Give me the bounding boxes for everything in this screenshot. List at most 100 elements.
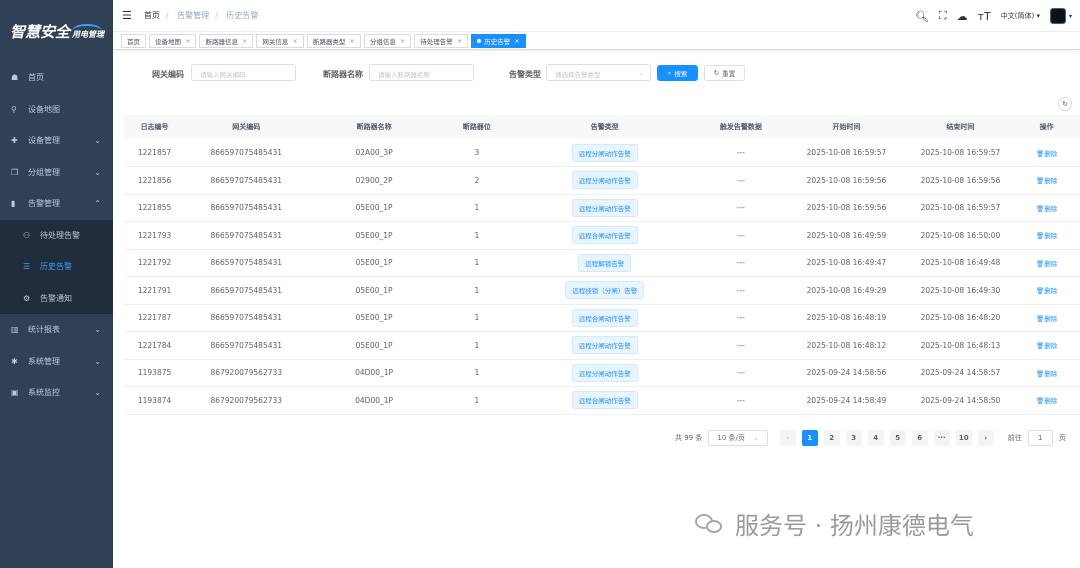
sidebar-item[interactable]: ▮ 告警管理 ⌃ bbox=[0, 188, 113, 220]
chevron-icon: ⌄ bbox=[94, 136, 101, 146]
theme-icon[interactable]: ☁ bbox=[957, 10, 968, 23]
gear-icon: ✱ bbox=[11, 356, 18, 366]
page-button[interactable]: 2 bbox=[823, 430, 840, 446]
search-form: 网关编码 请输入网关编码 断路器名称 请输入断路器名称 告警类型 请选择告警类型… bbox=[113, 64, 1080, 82]
refresh-table-button[interactable]: ↻ bbox=[1058, 97, 1072, 111]
goto-page-input[interactable]: 1 bbox=[1027, 430, 1053, 446]
table-row: 1221792 866597075485431 05E00_1P 1 远程解锁告警 ---… bbox=[124, 249, 1080, 277]
sidebar-item[interactable]: ✚ 设备管理 ⌄ bbox=[0, 125, 113, 157]
delete-button[interactable]: 🗑︎删除 bbox=[1036, 232, 1057, 240]
cell: 2025-10-08 16:59:56 bbox=[785, 194, 908, 222]
reset-button[interactable]: ↻ 重置 bbox=[704, 65, 745, 81]
alarm-type-select[interactable]: 请选择告警类型 ⌄ bbox=[546, 64, 651, 81]
tag-item[interactable]: 分组信息 × bbox=[363, 33, 412, 48]
delete-button[interactable]: 🗑︎删除 bbox=[1036, 287, 1057, 295]
sidebar-item[interactable]: ▥ 统计报表 ⌄ bbox=[0, 314, 113, 346]
search-button[interactable]: ⌕ 搜索 bbox=[657, 65, 698, 81]
sidebar-subitem[interactable]: ☰ 历史告警 bbox=[0, 251, 113, 283]
font-size-icon[interactable]: ᴛT bbox=[978, 10, 991, 23]
hamburger-icon[interactable]: ☰ bbox=[122, 9, 132, 22]
delete-button[interactable]: 🗑︎删除 bbox=[1036, 177, 1057, 185]
tag-item[interactable]: 待处理告警 × bbox=[414, 33, 469, 48]
delete-button[interactable]: 🗑︎删除 bbox=[1036, 342, 1057, 350]
page-button[interactable]: 10 bbox=[955, 430, 972, 446]
trash-icon: 🗑︎ bbox=[1035, 149, 1045, 158]
delete-button[interactable]: 🗑︎删除 bbox=[1036, 370, 1057, 378]
pagination: 共 99 条 10 条/页 ⌄ ‹ 1 2 3 4 5 6 ··· 10 › 前往 1 页 bbox=[675, 430, 1066, 446]
logo: 智慧安全 用电管理 bbox=[10, 22, 105, 41]
next-page-button[interactable]: › bbox=[977, 430, 994, 446]
cell: 2025-10-08 16:48:20 bbox=[907, 304, 1014, 332]
chevron-down-icon[interactable]: ▾ bbox=[1069, 13, 1072, 20]
sidebar-subitem[interactable]: ⚇ 待处理告警 bbox=[0, 219, 113, 251]
cell: 1 bbox=[440, 359, 514, 387]
close-icon[interactable]: × bbox=[457, 37, 462, 45]
tag-item[interactable]: 断路器信息 × bbox=[199, 33, 254, 48]
gateway-label: 网关编码 bbox=[152, 70, 184, 79]
breadcrumb: 首页 / 告警管理 / 历史告警 bbox=[143, 11, 259, 20]
trash-icon: 🗑︎ bbox=[1035, 177, 1045, 186]
search-icon[interactable]: 🔍︎ bbox=[915, 10, 929, 23]
delete-button[interactable]: 🗑︎删除 bbox=[1036, 205, 1057, 213]
sidebar-item[interactable]: ✱ 系统管理 ⌄ bbox=[0, 346, 113, 378]
close-icon[interactable]: × bbox=[400, 37, 405, 45]
close-icon[interactable]: × bbox=[349, 37, 354, 45]
column-header: 告警类型 bbox=[513, 115, 697, 139]
page-size-select[interactable]: 10 条/页 ⌄ bbox=[708, 430, 768, 446]
table-row: 1193875 867920079562733 04D00_1P 1 远程分闸动作告警 -… bbox=[124, 359, 1080, 387]
avatar[interactable] bbox=[1049, 8, 1066, 24]
column-header: 开始时间 bbox=[785, 115, 908, 139]
page-unit: 页 bbox=[1058, 434, 1066, 442]
cell: 866597075485431 bbox=[185, 276, 308, 305]
sidebar-subitem[interactable]: ⚙ 告警通知 bbox=[0, 282, 113, 314]
alarm-type-badge: 远程解锁告警 bbox=[578, 253, 632, 272]
cell: 2025-10-08 16:49:47 bbox=[785, 249, 908, 277]
sidebar-item[interactable]: ▣ 系统监控 ⌄ bbox=[0, 377, 113, 409]
alarm-icon: ▮ bbox=[11, 199, 16, 209]
column-header: 断路器位 bbox=[440, 115, 514, 139]
fullscreen-icon[interactable]: ⛶ bbox=[939, 9, 947, 23]
tag-item[interactable]: 历史告警 × bbox=[471, 33, 526, 48]
close-icon[interactable]: × bbox=[292, 37, 297, 45]
delete-button[interactable]: 🗑︎删除 bbox=[1036, 315, 1057, 323]
tag-item[interactable]: 网关信息 × bbox=[256, 33, 304, 48]
page-button[interactable]: 4 bbox=[867, 430, 884, 446]
sidebar: 智慧安全 用电管理 ☗ 首页 ⚲ 设备地图 ✚ 设备管理 ⌄ ❒ 分组管理 ⌄ ▮ 告警管理 ⌃ ⚇ 待处理告… bbox=[0, 0, 113, 568]
delete-button[interactable]: 🗑︎删除 bbox=[1036, 150, 1057, 158]
delete-button[interactable]: 🗑︎删除 bbox=[1036, 260, 1057, 268]
page-button[interactable]: 6 bbox=[911, 430, 928, 446]
tags-view: 首页 设备地图 × 断路器信息 × 网关信息 × 断路器类型 × 分组信息 × 待处理告警 × 历史告警 × bbox=[113, 32, 1080, 50]
sidebar-item[interactable]: ⚲ 设备地图 bbox=[0, 94, 113, 126]
breaker-input[interactable]: 请输入断路器名称 bbox=[369, 64, 474, 81]
page-button[interactable]: 3 bbox=[845, 430, 862, 446]
breadcrumb-home[interactable]: 首页 bbox=[144, 11, 160, 20]
tag-item[interactable]: 首页 bbox=[121, 33, 146, 48]
sidebar-item[interactable]: ❒ 分组管理 ⌄ bbox=[0, 157, 113, 189]
delete-button[interactable]: 🗑︎删除 bbox=[1036, 397, 1057, 405]
close-icon[interactable]: × bbox=[242, 37, 247, 45]
cell: 866597075485431 bbox=[185, 331, 308, 360]
tag-item[interactable]: 设备地图 × bbox=[149, 33, 197, 48]
sidebar-item[interactable]: ☗ 首页 bbox=[0, 62, 113, 94]
breadcrumb-alarm: 告警管理 bbox=[177, 11, 210, 20]
cell: 1193875 bbox=[124, 359, 186, 387]
cell: 2025-09-24 14:58:49 bbox=[785, 386, 908, 415]
page-button[interactable]: 5 bbox=[889, 430, 906, 446]
trash-icon: 🗑︎ bbox=[1035, 259, 1045, 268]
table-row: 1221784 866597075485431 05E00_1P 1 远程分闸动作告警 -… bbox=[124, 331, 1080, 360]
tag-item[interactable]: 断路器类型 × bbox=[306, 33, 361, 48]
gateway-input[interactable]: 请输入网关编码 bbox=[191, 64, 296, 81]
page-button[interactable]: ··· bbox=[933, 430, 950, 446]
cell: 2025-10-08 16:59:56 bbox=[785, 166, 908, 195]
close-icon[interactable]: × bbox=[514, 37, 519, 45]
language-select[interactable]: 中文(简体) ▾ bbox=[1001, 11, 1040, 21]
alarm-type-badge: 远程分闸动作告警 bbox=[571, 143, 638, 162]
column-header: 断路器名称 bbox=[307, 115, 441, 139]
trash-icon: 🗑︎ bbox=[1035, 397, 1045, 406]
dashboard-icon: ☗ bbox=[11, 73, 19, 83]
close-icon[interactable]: × bbox=[185, 37, 190, 45]
alarm-type-badge: 远程分闸动作告警 bbox=[571, 363, 638, 382]
cell: --- bbox=[696, 221, 786, 250]
page-button[interactable]: 1 bbox=[801, 430, 818, 446]
prev-page-button[interactable]: ‹ bbox=[779, 430, 796, 446]
